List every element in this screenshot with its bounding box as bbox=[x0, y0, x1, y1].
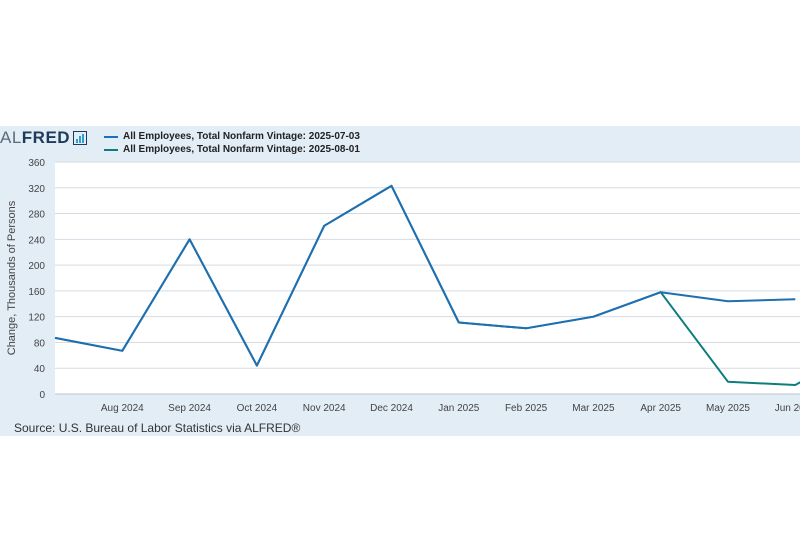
x-tick-label: Aug 2024 bbox=[101, 403, 144, 414]
y-tick-label: 240 bbox=[28, 235, 45, 246]
x-tick-label: Feb 2025 bbox=[505, 403, 548, 414]
line-chart: 0 40 80 120 160 200 240 280 320 360 Aug 2024 Sep 2… bbox=[6, 158, 800, 414]
y-tick-label: 320 bbox=[28, 184, 45, 195]
x-tick-label: Sep 2024 bbox=[168, 403, 211, 414]
y-tick-label: 280 bbox=[28, 210, 45, 221]
x-tick-label: Dec 2024 bbox=[370, 403, 413, 414]
legend-swatch bbox=[104, 148, 118, 151]
legend-swatch bbox=[104, 135, 118, 138]
y-tick-label: 80 bbox=[34, 338, 46, 349]
legend-label: All Employees, Total Nonfarm Vintage: 20… bbox=[123, 131, 360, 142]
source-note: Source: U.S. Bureau of Labor Statistics … bbox=[14, 421, 301, 435]
y-tick-label: 40 bbox=[34, 364, 46, 375]
y-axis-label: Change, Thousands of Persons bbox=[6, 200, 18, 355]
x-tick-label: May 2025 bbox=[706, 403, 750, 414]
legend: All Employees, Total Nonfarm Vintage: 20… bbox=[104, 130, 360, 156]
y-tick-label: 200 bbox=[28, 261, 45, 272]
y-tick-label: 160 bbox=[28, 287, 45, 298]
x-tick-label: Apr 2025 bbox=[640, 403, 681, 414]
x-tick-labels: Aug 2024 Sep 2024 Oct 2024 Nov 2024 Dec 2024… bbox=[101, 403, 800, 414]
x-tick-label: Oct 2024 bbox=[237, 403, 278, 414]
bar-chart-icon bbox=[73, 131, 88, 145]
x-tick-label: Jun 2025 bbox=[775, 403, 800, 414]
legend-item-vintage-2025-07-03[interactable]: All Employees, Total Nonfarm Vintage: 20… bbox=[104, 130, 360, 143]
y-tick-label: 360 bbox=[28, 158, 45, 169]
y-tick-label: 0 bbox=[39, 390, 45, 401]
y-tick-labels: 0 40 80 120 160 200 240 280 320 360 bbox=[28, 158, 45, 401]
x-tick-label: Mar 2025 bbox=[572, 403, 615, 414]
logo-fred-text: FRED bbox=[21, 128, 71, 147]
y-tick-label: 120 bbox=[28, 313, 45, 324]
x-tick-label: Jan 2025 bbox=[438, 403, 480, 414]
legend-label: All Employees, Total Nonfarm Vintage: 20… bbox=[123, 144, 360, 155]
x-tick-label: Nov 2024 bbox=[303, 403, 346, 414]
legend-item-vintage-2025-08-01[interactable]: All Employees, Total Nonfarm Vintage: 20… bbox=[104, 143, 360, 156]
chart-panel: 0 40 80 120 160 200 240 280 320 360 Aug 2024 Sep 2… bbox=[0, 126, 800, 436]
logo-al-text: AL bbox=[0, 128, 22, 147]
alfred-logo[interactable]: AL FRED bbox=[0, 126, 88, 150]
